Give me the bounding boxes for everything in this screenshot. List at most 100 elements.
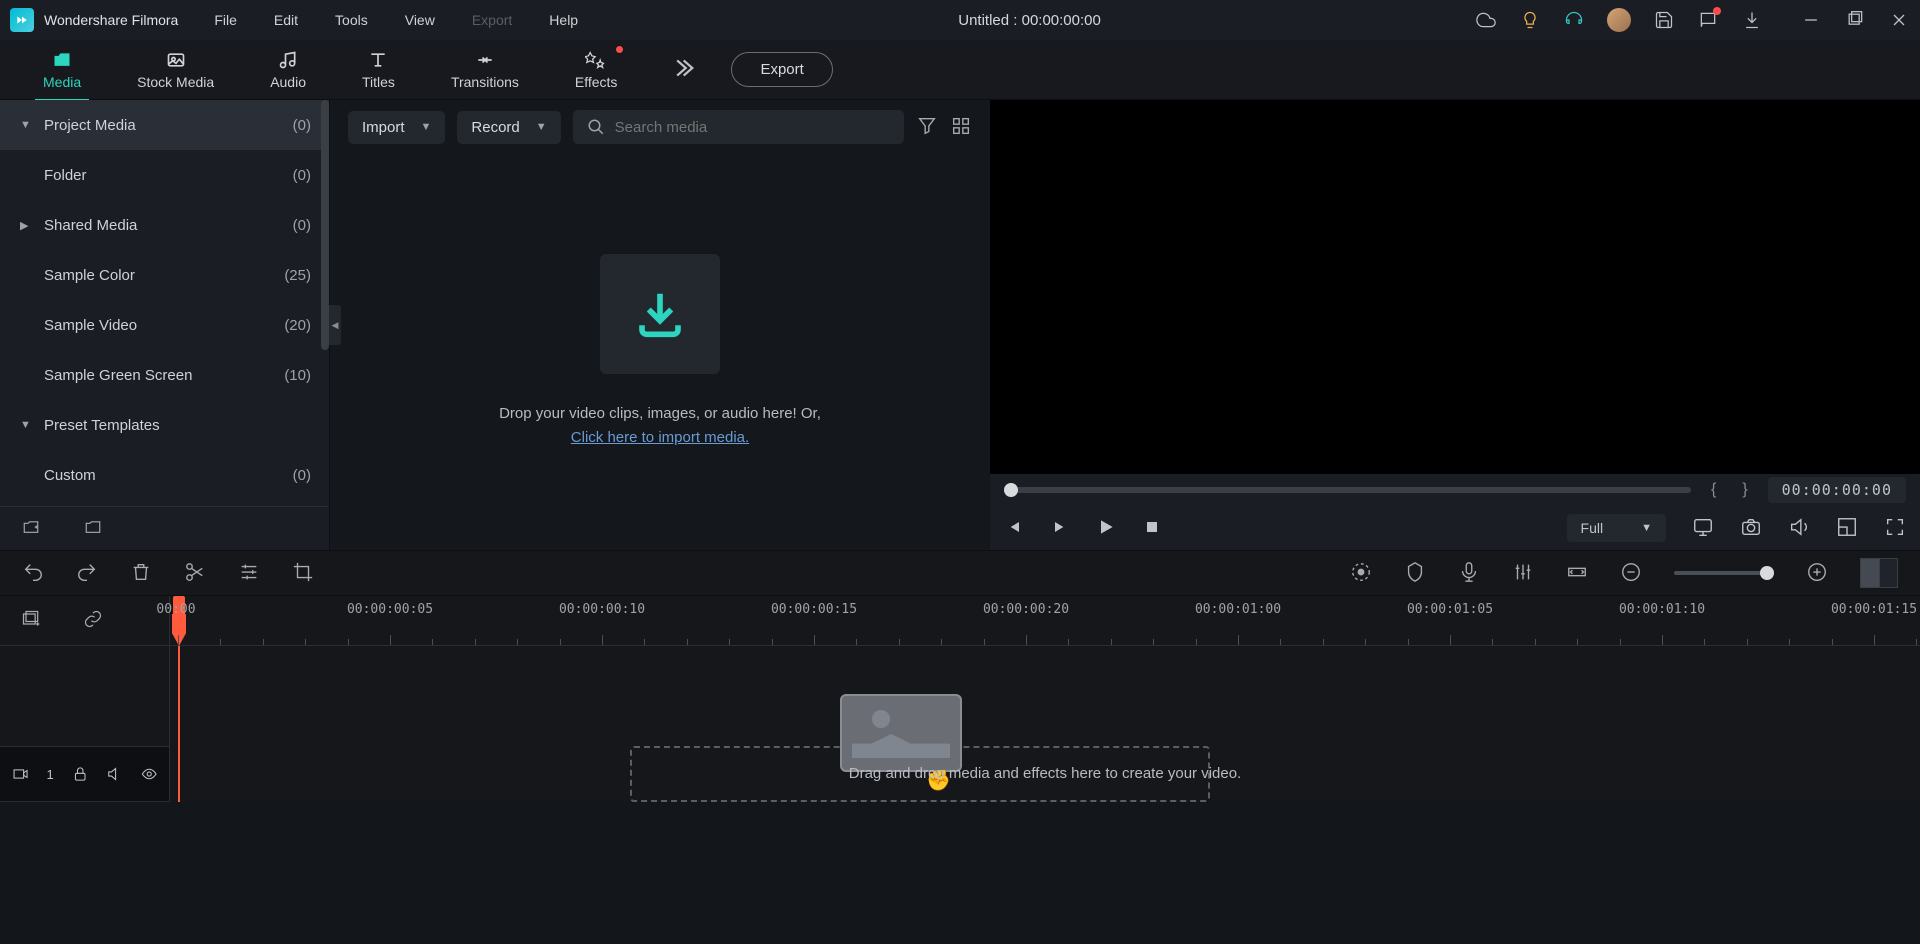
project-title: Untitled : 00:00:00:00: [584, 12, 1475, 29]
media-sidebar: ▼Project Media(0) Folder(0) ▶Shared Medi…: [0, 100, 330, 550]
display-icon[interactable]: [1692, 516, 1714, 541]
timeline-toolbar: [0, 550, 1920, 596]
tab-stock-media[interactable]: Stock Media: [109, 44, 242, 96]
sidebar-footer: [0, 506, 329, 550]
volume-icon[interactable]: [1788, 516, 1810, 541]
menu-tools[interactable]: Tools: [329, 8, 374, 32]
drop-hint-text: Drop your video clips, images, or audio …: [499, 402, 821, 450]
fullscreen-icon[interactable]: [1884, 516, 1906, 541]
prev-frame-button[interactable]: [1004, 517, 1024, 540]
collapse-sidebar-icon[interactable]: ◀: [329, 305, 341, 345]
cloud-icon[interactable]: [1475, 9, 1497, 31]
undo-icon[interactable]: [22, 561, 44, 586]
chevron-down-icon: ▼: [536, 121, 547, 133]
fit-icon[interactable]: [1566, 561, 1588, 586]
tab-audio[interactable]: Audio: [242, 44, 334, 96]
folder-icon[interactable]: [82, 518, 104, 539]
app-name: Wondershare Filmora: [44, 12, 178, 28]
new-folder-icon[interactable]: [20, 518, 42, 539]
search-input[interactable]: [615, 119, 890, 136]
split-icon[interactable]: [184, 561, 206, 586]
tab-titles[interactable]: Titles: [334, 44, 423, 96]
sidebar-item-folder[interactable]: Folder(0): [0, 150, 329, 200]
zoom-in-icon[interactable]: [1806, 561, 1828, 586]
timeline: 00:00 00:00:00:05 00:00:00:10 00:00:00:1…: [0, 596, 1920, 802]
play-button[interactable]: [1096, 517, 1116, 540]
timeline-track-area[interactable]: ✊ Drag and drop media and effects here t…: [170, 646, 1920, 802]
tab-transitions[interactable]: Transitions: [423, 44, 547, 96]
mark-in-button[interactable]: {: [1705, 481, 1722, 499]
record-dropdown[interactable]: Record▼: [457, 111, 560, 144]
voiceover-icon[interactable]: [1458, 561, 1480, 586]
lightbulb-icon[interactable]: [1519, 9, 1541, 31]
zoom-out-icon[interactable]: [1620, 561, 1642, 586]
app-logo: [10, 8, 34, 32]
timeline-head-controls: [0, 596, 170, 645]
zoom-fit-icon[interactable]: [1860, 558, 1898, 588]
crop-icon[interactable]: [292, 561, 314, 586]
preview-scrubber[interactable]: [1004, 487, 1691, 493]
dragged-clip-ghost[interactable]: [840, 694, 962, 772]
redo-icon[interactable]: [76, 561, 98, 586]
quality-dropdown[interactable]: Full▼: [1567, 514, 1666, 542]
sidebar-item-project-media[interactable]: ▼Project Media(0): [0, 100, 329, 150]
stop-button[interactable]: [1142, 517, 1162, 540]
import-dropdown[interactable]: Import▼: [348, 111, 445, 144]
track-add-icon[interactable]: [20, 609, 42, 632]
download-icon[interactable]: [1741, 9, 1763, 31]
sidebar-item-custom[interactable]: Custom(0): [0, 450, 329, 500]
search-media-box[interactable]: [573, 110, 904, 144]
menu-view[interactable]: View: [399, 8, 441, 32]
menu-help[interactable]: Help: [543, 8, 584, 32]
delete-icon[interactable]: [130, 561, 152, 586]
headset-icon[interactable]: [1563, 9, 1585, 31]
minimize-button[interactable]: [1800, 9, 1822, 31]
menu-export[interactable]: Export: [466, 8, 518, 32]
grid-view-icon[interactable]: [950, 115, 972, 140]
render-icon[interactable]: [1350, 561, 1372, 586]
timeline-ruler[interactable]: 00:00 00:00:00:05 00:00:00:10 00:00:00:1…: [170, 596, 1920, 645]
menu-edit[interactable]: Edit: [268, 8, 304, 32]
tab-media[interactable]: Media: [15, 44, 109, 96]
video-track-icon: [12, 765, 28, 783]
mute-icon[interactable]: [106, 765, 122, 783]
menu-file[interactable]: File: [208, 8, 243, 32]
media-drop-zone[interactable]: Drop your video clips, images, or audio …: [330, 154, 990, 550]
video-track-header[interactable]: 1: [0, 746, 169, 802]
snapshot-icon[interactable]: [1740, 516, 1762, 541]
import-link[interactable]: Click here to import media.: [571, 429, 749, 446]
close-button[interactable]: [1888, 9, 1910, 31]
export-button[interactable]: Export: [731, 52, 832, 87]
sidebar-item-sample-color[interactable]: Sample Color(25): [0, 250, 329, 300]
link-icon[interactable]: [82, 609, 104, 632]
mark-out-button[interactable]: }: [1736, 481, 1753, 499]
preview-canvas[interactable]: [990, 100, 1920, 474]
zoom-slider[interactable]: [1674, 571, 1774, 575]
sidebar-item-shared-media[interactable]: ▶Shared Media(0): [0, 200, 329, 250]
timeline-hint-text: Drag and drop media and effects here to …: [849, 765, 1241, 782]
sidebar-item-preset-templates[interactable]: ▼Preset Templates: [0, 400, 329, 450]
sidebar-scrollbar[interactable]: [321, 100, 329, 350]
sidebar-item-sample-video[interactable]: Sample Video(20): [0, 300, 329, 350]
layout-icon[interactable]: [1836, 516, 1858, 541]
preview-panel: { } 00:00:00:00 Full▼: [990, 100, 1920, 550]
user-avatar[interactable]: [1607, 8, 1631, 32]
media-panel: ◀ Import▼ Record▼ Drop your video clips,…: [330, 100, 990, 550]
audio-mixer-icon[interactable]: [1512, 561, 1534, 586]
save-icon[interactable]: [1653, 9, 1675, 31]
lock-icon[interactable]: [72, 765, 88, 783]
messages-icon[interactable]: [1697, 9, 1719, 31]
tab-effects[interactable]: Effects: [547, 44, 646, 96]
playhead-line[interactable]: [178, 646, 180, 802]
adjust-icon[interactable]: [238, 561, 260, 586]
tabs-more-icon[interactable]: [675, 55, 701, 84]
filter-icon[interactable]: [916, 115, 938, 140]
chevron-down-icon: ▼: [421, 121, 432, 133]
marker-icon[interactable]: [1404, 561, 1426, 586]
search-icon: [587, 118, 605, 136]
visibility-icon[interactable]: [141, 765, 157, 783]
next-frame-button[interactable]: [1050, 517, 1070, 540]
sidebar-item-sample-green[interactable]: Sample Green Screen(10): [0, 350, 329, 400]
maximize-button[interactable]: [1844, 9, 1866, 31]
import-drop-icon[interactable]: [600, 254, 720, 374]
